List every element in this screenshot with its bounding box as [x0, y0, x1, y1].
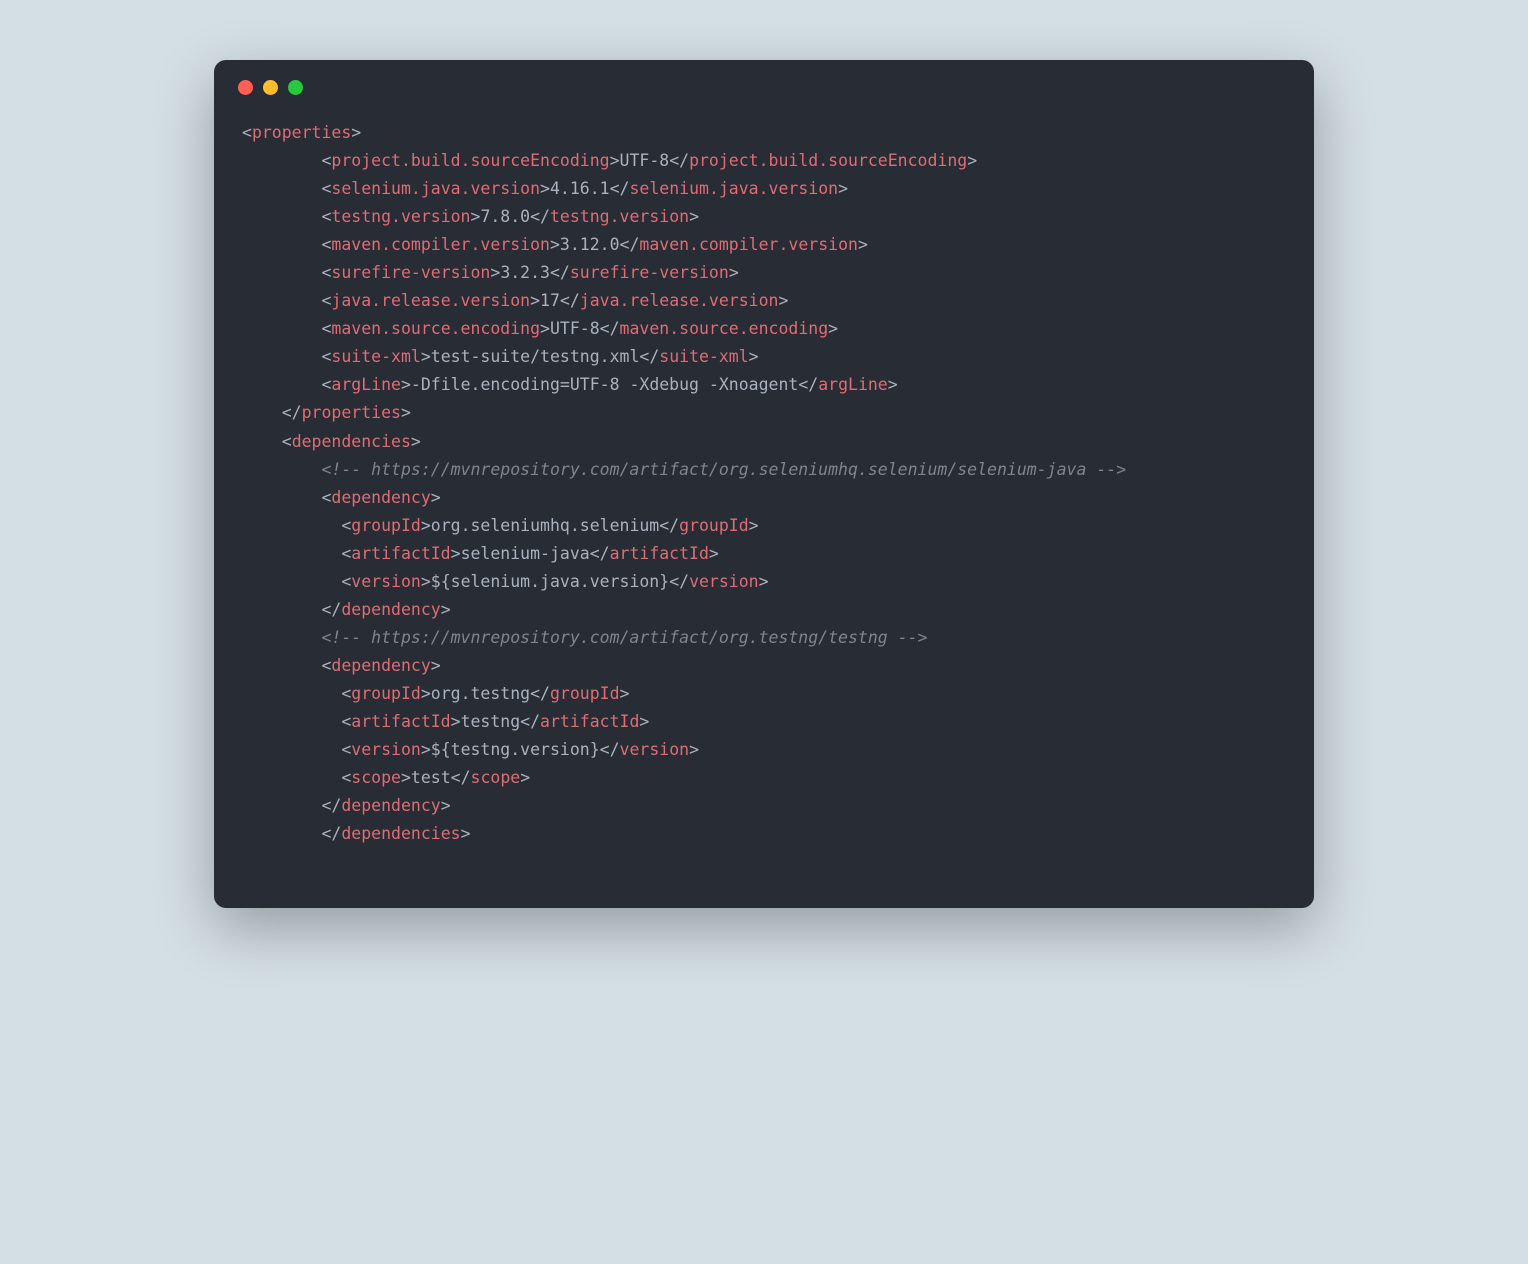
window-titlebar: [214, 60, 1314, 103]
minimize-button[interactable]: [263, 80, 278, 95]
close-button[interactable]: [238, 80, 253, 95]
code-window: <properties> <project.build.sourceEncodi…: [214, 60, 1314, 908]
code-block: <properties> <project.build.sourceEncodi…: [214, 103, 1314, 908]
maximize-button[interactable]: [288, 80, 303, 95]
